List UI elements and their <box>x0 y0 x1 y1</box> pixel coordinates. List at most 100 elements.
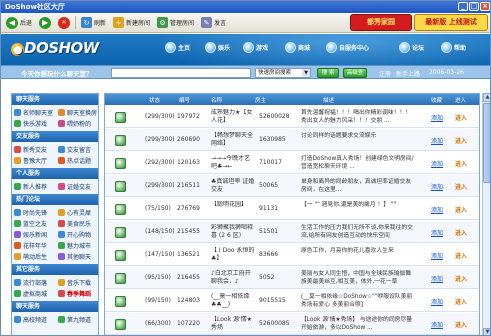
forward-button[interactable]: ▶ <box>37 15 53 30</box>
enter-room-link[interactable]: 进入 <box>455 182 467 191</box>
table-row[interactable]: (99/150) 124803 (__莫一相依缘 ♣♣__) 9015515 (__莫一… <box>105 290 479 312</box>
sidebar-item-forum[interactable]: 心有灵犀 <box>58 207 98 217</box>
enter-room-link[interactable]: 进入 <box>455 320 467 329</box>
table-row[interactable]: (299/300) 216511 ♣真诚坦率 证婚交友 50065 单身和离异的同龄朋友… <box>105 175 479 197</box>
vertical-scrollbar[interactable]: ▲ ▼ <box>482 93 490 335</box>
sidebar-item-forum[interactable]: 时尚先锋 <box>14 207 58 217</box>
sidebar-item-forum[interactable]: 娱乐新闻 <box>14 229 58 239</box>
promo-test-button[interactable]: 最新版 上线测试 <box>414 14 488 31</box>
table-row[interactable]: (299/300) 260690 【畅想梦聊天全网络】 1630985 讨论同样的话题要… <box>105 129 479 151</box>
room-id: 215455 <box>177 228 200 235</box>
sidebar-item-newcomer[interactable]: 新人推荐 <box>14 181 58 191</box>
add-favorite-link[interactable]: 添加 <box>431 320 443 329</box>
sidebar-item-forum[interactable]: 美食民乐 <box>58 218 98 228</box>
speak-button[interactable]: ✎ 发言 <box>199 15 228 30</box>
nav-mall[interactable]: 商城 <box>285 42 310 53</box>
sidebar-item-friend-message[interactable]: 交友留言 <box>58 144 98 154</box>
add-favorite-link[interactable]: 添加 <box>431 205 443 214</box>
minimize-button[interactable]: _ <box>458 2 468 11</box>
add-favorite-link[interactable]: 添加 <box>431 297 443 306</box>
nav-forum[interactable]: 论坛 <box>399 42 424 53</box>
add-favorite-link[interactable]: 添加 <box>431 228 443 237</box>
manage-room-button[interactable]: ⚙ 管理房间 <box>155 15 196 30</box>
newbie-guide-link[interactable]: 新手上路 <box>396 69 420 78</box>
nav-entertainment[interactable]: 娱乐 <box>205 42 230 53</box>
add-favorite-link[interactable]: 添加 <box>431 274 443 283</box>
sidebar-item-college[interactable]: 高校频道 <box>14 314 58 324</box>
sidebar-item-forum[interactable]: 魅力城市 <box>58 240 98 250</box>
add-favorite-link[interactable]: 添加 <box>431 251 443 260</box>
room-name[interactable]: 成熟魅力★【女人花】 <box>211 109 255 126</box>
enter-room-link[interactable]: 进入 <box>455 205 467 214</box>
sidebar-item-tribe[interactable]: 流行部落 <box>14 277 58 287</box>
room-name[interactable]: (__莫一相依缘 ♣♣__) <box>211 293 255 310</box>
sidebar-item-forum[interactable]: 蓝空之友 <box>14 218 58 228</box>
sidebar-item-famous-chat[interactable]: 名师聊天室 <box>14 107 58 117</box>
nav-home[interactable]: 主页 <box>165 42 190 53</box>
maximize-button[interactable]: □ <box>469 2 479 11</box>
enter-room-link[interactable]: 进入 <box>455 113 467 122</box>
sidebar-item-milk[interactable]: 喂奶粉的 <box>58 118 98 128</box>
sidebar-item-wedding[interactable]: 证婚交友 <box>58 181 98 191</box>
sidebar-item-luyu-hall[interactable]: 鲁豫大厅 <box>14 155 58 165</box>
table-row[interactable]: (66/300) 107220 【Look 源'情★秀场 52600085 【Look … <box>105 313 479 335</box>
search-input[interactable] <box>111 68 251 78</box>
advanced-search-button[interactable]: 高级查 <box>343 68 367 78</box>
sidebar-item-music-download[interactable]: 音乐下载 <box>58 277 98 287</box>
sidebar-item-room-switch[interactable]: 聊天室换房 <box>58 107 98 117</box>
room-name[interactable]: 【Look 源'情★秀场 <box>211 316 255 333</box>
scroll-down-icon[interactable]: ▼ <box>483 328 490 335</box>
table-row[interactable]: (147/150) 136521 【 I Doo 永恒的 ♣】 83666 原色工作，月… <box>105 244 479 266</box>
sidebar-item-forum[interactable]: 花样年华 <box>14 240 58 250</box>
table-row[interactable]: (299/300) 197972 成熟魅力★【女人花】 52600028 首先温馨祝福！… <box>105 106 479 128</box>
sidebar-section-title: 聊天服务 <box>12 301 98 312</box>
sidebar-item-ninth-channel[interactable]: 第九频道 <box>58 314 98 324</box>
stop-button[interactable]: ✕ <box>56 15 72 30</box>
table-row[interactable]: (148/150) 215455 彩狮聚我狮喝释喜 (2 6 区) 51501 生活工作… <box>105 221 479 243</box>
nav-help[interactable]: 帮助 <box>441 42 466 53</box>
register-link[interactable]: 注册 <box>379 69 391 78</box>
sidebar-item-hot-topics[interactable]: 热点话题 <box>58 155 98 165</box>
enter-room-link[interactable]: 进入 <box>455 228 467 237</box>
enter-room-link[interactable]: 进入 <box>455 251 467 260</box>
enter-room-link[interactable]: 进入 <box>455 136 467 145</box>
sidebar-item-forum[interactable]: 萌动后生 <box>14 251 58 261</box>
cart-icon <box>14 289 21 297</box>
enter-room-link[interactable]: 进入 <box>455 297 467 306</box>
new-room-button[interactable]: + 新建房间 <box>111 15 152 30</box>
nav-self-service[interactable]: 自服务中心 <box>326 42 369 53</box>
scroll-thumb[interactable] <box>483 103 490 183</box>
sidebar-item-forum[interactable]: 其他聊天 <box>58 251 98 261</box>
promo-family-button[interactable]: 都秀家园 <box>350 14 412 31</box>
refresh-button[interactable]: ↻ 刷新 <box>79 15 108 30</box>
sidebar-item-virtual-mall[interactable]: 虚拟商城 <box>14 288 58 298</box>
table-row[interactable]: (75/150) 276769 【聪明花园】 91131 【一 "" 週見你,還是美的歲… <box>105 198 479 220</box>
table-row[interactable]: (292/300) 120163 →→→今晚才艺吧♣→← 710017 打造DoShow… <box>105 152 479 174</box>
room-name[interactable]: 【聪明花园】 <box>211 201 255 218</box>
scroll-up-icon[interactable]: ▲ <box>483 93 490 102</box>
back-button[interactable]: ◀ 后退 <box>4 15 34 30</box>
add-favorite-link[interactable]: 添加 <box>431 113 443 122</box>
room-name[interactable]: 彩狮聚我狮喝释喜 (2 6 区) <box>211 224 255 241</box>
sidebar-item-new-friends[interactable]: 新秀交友 <box>14 144 58 154</box>
search-type-select[interactable]: 快速房间搜索 ▼ <box>255 68 311 78</box>
enter-room-link[interactable]: 进入 <box>455 159 467 168</box>
close-button[interactable]: × <box>480 2 490 11</box>
search-button[interactable]: 搜 索 <box>317 68 339 78</box>
sidebar-item-spring-dance[interactable]: 春季舞蹈 <box>58 288 98 298</box>
room-name[interactable]: ♣真诚坦率 证婚交友 <box>211 178 255 195</box>
room-name[interactable]: →→→今晚才艺吧♣→← <box>211 155 255 172</box>
add-favorite-link[interactable]: 添加 <box>431 159 443 168</box>
room-id: 276769 <box>177 205 200 212</box>
sidebar-item-happy-games[interactable]: 快乐游戏 <box>14 118 58 128</box>
enter-room-link[interactable]: 进入 <box>455 274 467 283</box>
room-name[interactable]: 【畅想梦聊天全网络】 <box>211 132 255 149</box>
room-name[interactable]: 【 I Doo 永恒的 ♣】 <box>211 247 255 264</box>
room-name[interactable]: ♪白北京工府开聊我会，♪ <box>211 270 255 287</box>
sidebar-item-forum[interactable]: 开心购物 <box>58 229 98 239</box>
add-favorite-link[interactable]: 添加 <box>431 136 443 145</box>
forum-icon <box>58 252 65 260</box>
add-favorite-link[interactable]: 添加 <box>431 182 443 191</box>
table-row[interactable]: (95/150) 216455 ♪白北京工府开聊我会，♪ 5052 美丽与女人同生悟，中… <box>105 267 479 289</box>
nav-games[interactable]: 游戏 <box>243 42 268 53</box>
